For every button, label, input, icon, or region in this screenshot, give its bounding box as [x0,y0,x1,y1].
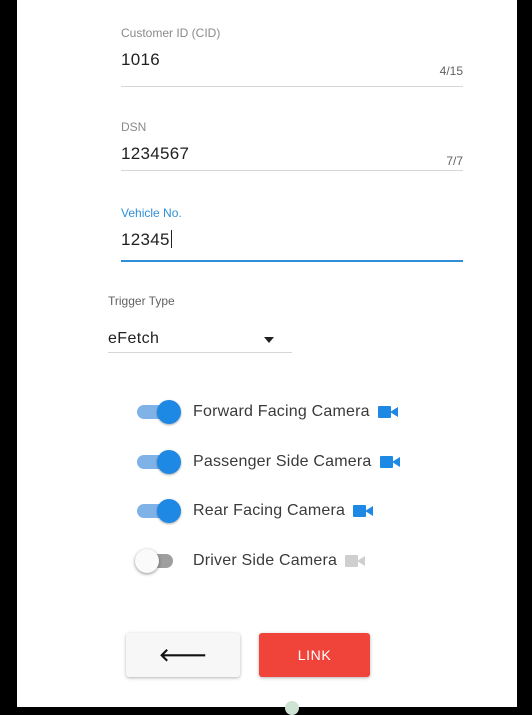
link-button[interactable]: LINK [259,633,370,677]
videocam-icon [345,554,366,568]
vehicle-no-field[interactable]: Vehicle No. 12345 [121,206,463,264]
dsn-counter: 7/7 [446,154,463,168]
trigger-type-underline [108,352,292,353]
dsn-label: DSN [121,120,147,134]
trigger-type-value: eFetch [108,330,160,347]
videocam-icon [379,455,400,469]
rear-camera-toggle[interactable] [137,499,181,523]
vehicle-no-underline [121,260,463,262]
toggle-thumb [135,549,159,573]
vehicle-no-value[interactable]: 12345 [121,230,172,250]
toggle-thumb [157,400,181,424]
passenger-camera-toggle[interactable] [137,450,181,474]
customer-id-underline [121,86,463,87]
toggle-thumb [157,499,181,523]
caret-down-icon[interactable] [264,337,274,343]
customer-id-field[interactable]: Customer ID (CID) 1016 4/15 [121,26,463,87]
passenger-camera-label: Passenger Side Camera [193,453,372,470]
toggle-thumb [157,450,181,474]
dsn-value[interactable]: 1234567 [121,144,189,164]
rear-camera-label: Rear Facing Camera [193,502,346,519]
vehicle-no-label: Vehicle No. [121,206,182,220]
driver-camera-toggle[interactable] [135,549,179,573]
camera-toggle-row-driver: Driver Side Camera [135,547,366,575]
arrow-left-icon: 🡐 [158,644,208,665]
driver-camera-label: Driver Side Camera [193,552,338,569]
dsn-underline [121,170,463,171]
customer-id-label: Customer ID (CID) [121,26,221,40]
videocam-icon [353,504,374,518]
customer-id-value[interactable]: 1016 [121,50,160,70]
scroll-indicator [285,701,299,715]
forward-camera-label: Forward Facing Camera [193,403,370,420]
trigger-type-label: Trigger Type [108,294,175,308]
device-screen: Customer ID (CID) 1016 4/15 DSN 1234567 … [17,0,517,715]
vehicle-no-text: 12345 [121,230,170,249]
camera-toggle-row-rear: Rear Facing Camera [137,497,374,525]
link-button-label: LINK [297,647,332,663]
forward-camera-toggle[interactable] [137,400,181,424]
dsn-field[interactable]: DSN 1234567 7/7 [121,120,463,172]
camera-toggle-row-passenger: Passenger Side Camera [137,448,400,476]
back-button[interactable]: 🡐 [126,633,240,677]
text-caret [170,230,172,248]
customer-id-counter: 4/15 [439,64,463,78]
videocam-icon [377,405,398,419]
camera-toggle-row-forward: Forward Facing Camera [137,398,398,426]
